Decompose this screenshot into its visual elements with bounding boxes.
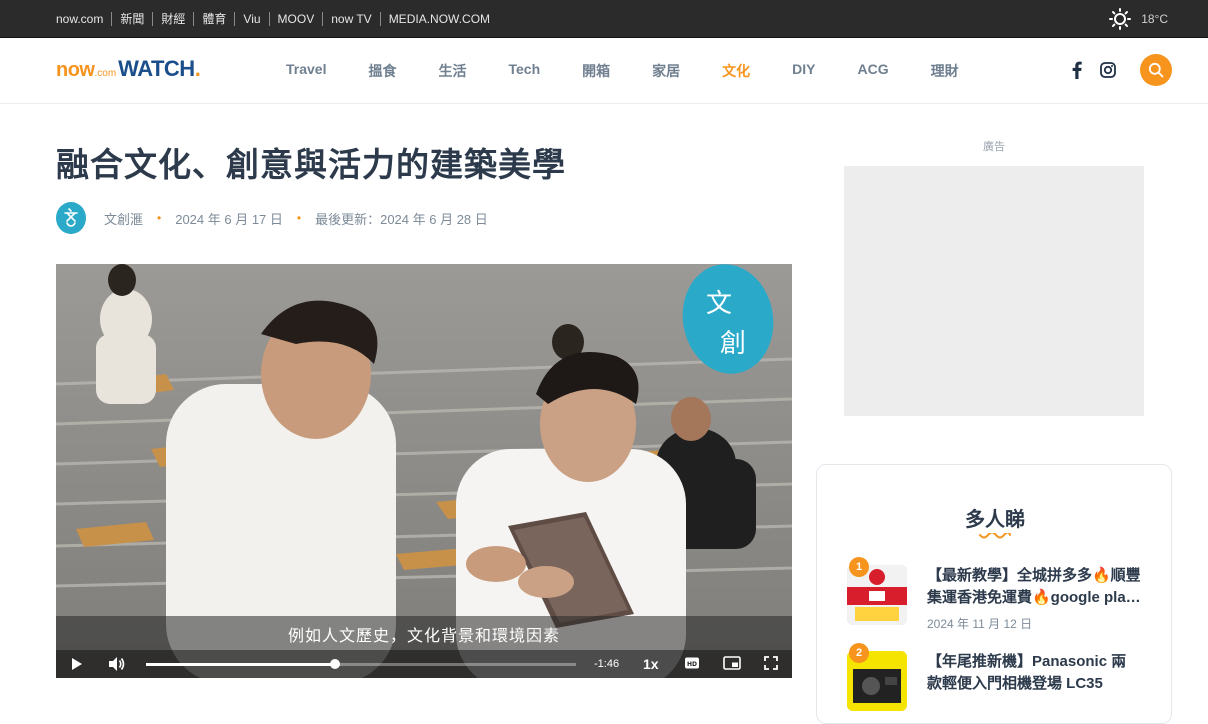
separator-dot: • [157,211,162,225]
divider [234,12,236,26]
network-links: now.com 新聞 財經 體育 Viu MOOV now TV MEDIA.N… [56,11,490,27]
wave-divider-icon [979,533,1011,539]
logo-com: .com [94,68,117,79]
link-now-tv[interactable]: now TV [331,11,371,27]
item-date: 2024 年 11 月 12 日 [927,617,1033,631]
nav-unboxing[interactable]: 開箱 [582,61,610,81]
divider [379,12,381,26]
article-title: 融合文化、創意與活力的建築美學 [56,146,566,183]
item-title[interactable]: 【年尾推新機】Panasonic 兩 款輕便入門相機登場 LC35 [927,651,1149,695]
nav-finance[interactable]: 理財 [931,61,959,81]
link-sports[interactable]: 體育 [202,11,226,27]
nav-tech[interactable]: Tech [508,61,540,81]
link-finance[interactable]: 財經 [161,11,185,27]
link-moov[interactable]: MOOV [278,11,315,27]
culture-logo-icon [64,208,78,227]
svg-text:HD: HD [687,661,697,668]
progress-bar[interactable] [146,659,576,669]
link-news[interactable]: 新聞 [120,11,144,27]
nav-life[interactable]: 生活 [438,61,466,81]
progress-knob[interactable] [330,659,341,669]
logo-watch: WATCH [118,56,195,81]
popular-title: 多人睇 [965,509,1025,531]
video-subtitle: 例如人文歷史，文化背景和環境因素 [287,628,560,645]
nav-food[interactable]: 搵食 [368,61,396,81]
author-name[interactable]: 文創滙 [104,209,143,228]
picture-in-picture-icon[interactable] [723,656,741,670]
logo-now: now [56,59,95,81]
divider [193,12,195,26]
social-links [1070,61,1116,79]
video-controls: -1:46 1x HD [56,650,792,678]
item-title-line1: 【年尾推新機】Panasonic 兩 [927,653,1127,670]
popular-widget: 多人睇 1 【最新教學】全城拼多多🔥順豐 集運香港免運費🔥google pla…… [816,464,1172,724]
facebook-icon[interactable] [1070,61,1084,79]
rank-badge: 1 [849,557,869,577]
site-header: now .com WATCH . Travel 搵食 生活 Tech 開箱 家居… [0,38,1208,104]
nav-home[interactable]: 家居 [652,61,680,81]
logo-dot: . [194,56,201,81]
separator-dot: • [296,211,302,225]
link-now-com[interactable]: now.com [56,11,103,27]
divider [152,12,154,26]
divider [322,12,324,26]
ad-slot[interactable] [844,166,1144,416]
site-logo[interactable]: now .com WATCH . [56,56,201,82]
link-media-now-com[interactable]: MEDIA.NOW.COM [389,11,490,27]
rank-badge: 2 [849,643,869,663]
hd-icon[interactable]: HD [684,656,700,670]
link-viu[interactable]: Viu [243,11,260,27]
divider [268,12,270,26]
item-title-line2: 款輕便入門相機登場 LC35 [927,675,1103,692]
sun-icon [1109,8,1132,30]
updated-date: 最後更新：2024 年 6 月 28 日 [315,211,488,227]
play-icon[interactable] [70,656,84,672]
progress-fill [146,663,336,666]
item-title[interactable]: 【最新教學】全城拼多多🔥順豐 集運香港免運費🔥google pla… [927,565,1149,609]
article-byline: 文創滙 • 2024 年 6 月 17 日 • 最後更新：2024 年 6 月 … [56,202,488,234]
nav-acg[interactable]: ACG [857,61,888,81]
svg-text:創: 創 [720,329,746,359]
divider [111,12,113,26]
nav-diy[interactable]: DIY [792,61,815,81]
ad-label: 廣告 [983,141,1005,153]
time-remaining: -1:46 [594,658,620,670]
temperature: 18°C [1141,12,1168,26]
top-bar: now.com 新聞 財經 體育 Viu MOOV now TV MEDIA.N… [0,0,1208,38]
volume-icon[interactable] [108,656,126,672]
playback-speed-button[interactable]: 1x [643,656,659,672]
author-avatar[interactable] [56,202,86,234]
item-title-line2: 集運香港免運費🔥google pla… [927,589,1141,606]
weather-widget: 18°C [1109,8,1168,30]
item-title-line1: 【最新教學】全城拼多多🔥順豐 [927,567,1141,584]
video-player[interactable]: 文 創 例如人文歷史，文化背景和環境因素 -1:46 1x HD [56,264,792,678]
nav-culture[interactable]: 文化 [722,61,750,81]
nav-travel[interactable]: Travel [286,61,326,81]
search-icon [1148,62,1164,78]
instagram-icon[interactable] [1100,62,1116,78]
main-nav: Travel 搵食 生活 Tech 開箱 家居 文化 DIY ACG 理財 [265,61,980,81]
watermark-text: 文 [706,289,732,319]
fullscreen-icon[interactable] [764,656,778,670]
publish-date: 2024 年 6 月 17 日 [175,211,283,227]
search-button[interactable] [1140,54,1172,86]
